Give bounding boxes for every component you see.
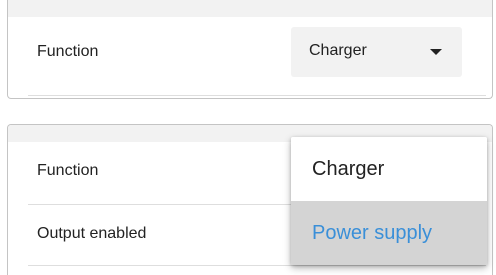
settings-panel-top: Function Charger — [7, 0, 493, 99]
function-dropdown-menu: Charger Power supply — [291, 137, 487, 265]
menu-item-charger[interactable]: Charger — [291, 137, 487, 201]
function-label: Function — [37, 43, 99, 60]
function-select[interactable]: Charger — [291, 27, 462, 77]
chevron-down-icon — [430, 49, 442, 55]
output-enabled-label: Output enabled — [37, 225, 147, 242]
function-select-value: Charger — [309, 42, 367, 59]
screen: Function Charger Function Output enabled… — [0, 0, 496, 275]
panel-header-strip — [8, 0, 492, 17]
function-label: Function — [37, 162, 99, 179]
menu-item-power-supply[interactable]: Power supply — [291, 201, 487, 265]
